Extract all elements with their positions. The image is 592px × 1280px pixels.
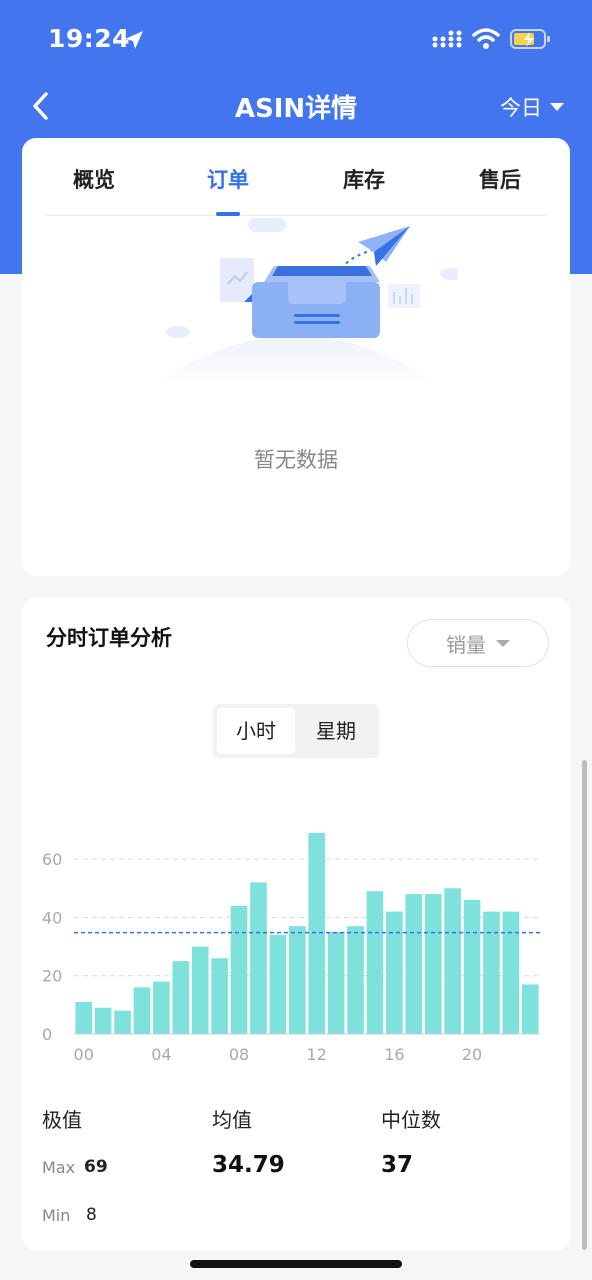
section-title: 分时订单分析 (46, 626, 172, 650)
home-indicator (190, 1260, 402, 1268)
bar-00 (75, 1001, 93, 1034)
metric-dropdown-label: 销量 (446, 632, 486, 657)
battery-charging-icon (510, 29, 550, 49)
bar-08 (230, 905, 248, 1034)
bar-11 (288, 926, 306, 1034)
x-tick-label: 04 (151, 1045, 171, 1064)
bar-10 (269, 934, 287, 1034)
y-tick-label: 40 (42, 908, 62, 927)
scrollbar[interactable] (582, 760, 587, 1250)
bar-23 (521, 984, 539, 1034)
segment-week[interactable]: 星期 (297, 708, 375, 754)
x-tick-label: 16 (384, 1045, 404, 1064)
status-time: 19:24 (48, 24, 131, 53)
empty-state-text: 暂无数据 (254, 448, 338, 472)
date-filter-dropdown[interactable]: 今日 (500, 92, 564, 122)
bar-19 (444, 888, 461, 1034)
caret-down-icon (496, 639, 510, 647)
bar-05 (172, 961, 190, 1034)
max-value: 69 (84, 1157, 108, 1177)
location-arrow-icon (125, 31, 143, 49)
bar-14 (347, 926, 364, 1034)
bar-12 (308, 832, 326, 1034)
median-label: 中位数 (381, 1108, 441, 1132)
caret-down-icon (550, 103, 564, 111)
active-tab-indicator (216, 212, 240, 216)
min-value: 8 (86, 1205, 97, 1225)
x-tick-label: 20 (462, 1045, 482, 1064)
y-tick-label: 0 (42, 1025, 52, 1044)
period-segmented-control: 小时 星期 (213, 704, 379, 758)
wifi-icon (472, 28, 500, 49)
bar-09 (250, 882, 267, 1034)
metric-dropdown[interactable]: 销量 (407, 619, 549, 667)
bar-17 (405, 894, 423, 1034)
bar-22 (502, 911, 520, 1034)
bar-15 (366, 891, 384, 1034)
bar-07 (211, 958, 228, 1034)
mean-value: 34.79 (212, 1152, 285, 1178)
status-bar: 19:24 (0, 0, 592, 80)
tab-inventory[interactable]: 库存 (324, 164, 404, 194)
mean-label: 均值 (212, 1108, 252, 1132)
tab-bar: 概览 订单 库存 售后 (46, 138, 546, 216)
date-filter-label: 今日 (500, 96, 542, 120)
bar-02 (114, 1010, 131, 1034)
bar-01 (94, 1007, 112, 1034)
tab-orders[interactable]: 订单 (188, 164, 268, 194)
bar-18 (424, 894, 442, 1034)
bar-21 (483, 911, 500, 1034)
nav-bar: ASIN详情 今日 (0, 80, 592, 132)
median-value: 37 (381, 1152, 414, 1178)
tab-overview[interactable]: 概览 (54, 164, 134, 194)
hourly-bar-chart: 0 20 40 60 00 04 08 12 16 20 (42, 832, 540, 1064)
tab-after-sales[interactable]: 售后 (460, 164, 540, 194)
bar-03 (133, 987, 151, 1034)
y-tick-label: 20 (42, 967, 62, 986)
min-label: Min (42, 1206, 71, 1225)
segment-hour[interactable]: 小时 (217, 708, 295, 754)
signal-icon (432, 30, 462, 48)
bar-13 (327, 932, 345, 1034)
extreme-label: 极值 (42, 1108, 82, 1132)
bar-16 (386, 911, 403, 1034)
x-tick-label: 12 (307, 1045, 327, 1064)
bar-04 (153, 981, 170, 1034)
hourly-orders-card: 分时订单分析 销量 小时 星期 0 20 40 60 00 04 08 12 16 20 极值 均… (22, 598, 570, 1250)
max-label: Max (42, 1158, 76, 1177)
y-tick-label: 60 (42, 850, 62, 869)
x-tick-label: 00 (74, 1045, 94, 1064)
bar-06 (191, 946, 209, 1034)
bar-20 (463, 899, 481, 1034)
empty-inbox-illustration (154, 218, 458, 384)
orders-card: 概览 订单 库存 售后 暂无数据 (22, 138, 570, 576)
x-tick-label: 08 (229, 1045, 249, 1064)
